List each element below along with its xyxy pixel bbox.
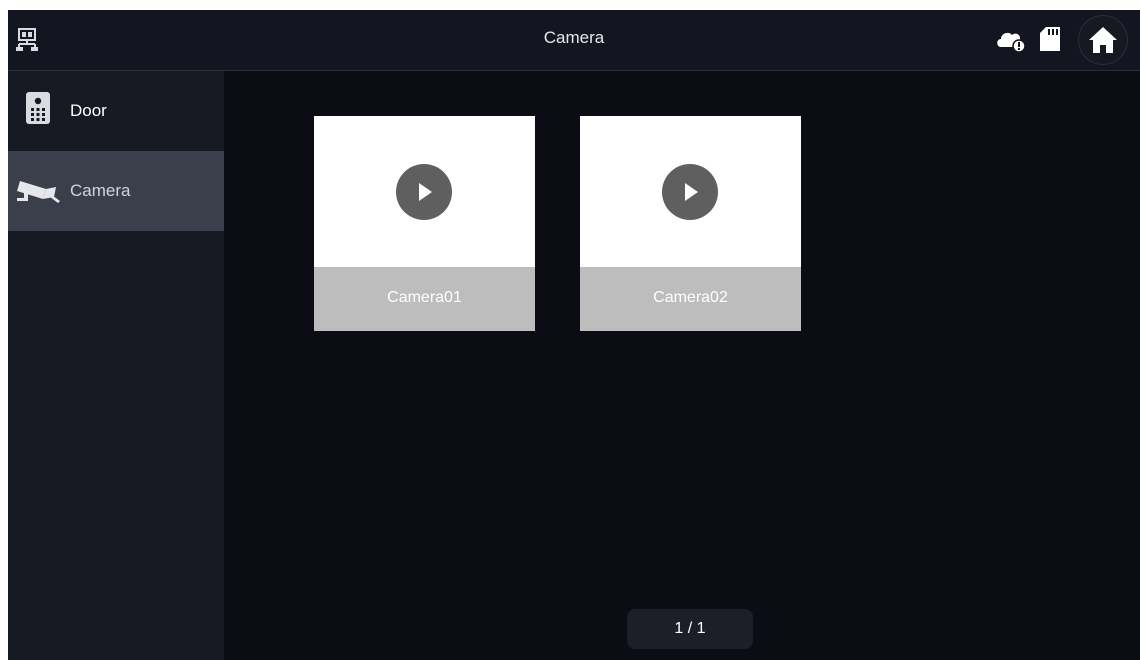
play-icon[interactable] — [662, 164, 718, 220]
top-bar: Camera — [8, 10, 1140, 71]
camera-label-bar: Camera01 — [314, 267, 535, 331]
camera-card[interactable]: Camera01 — [314, 116, 535, 331]
sd-card-icon — [1040, 27, 1060, 51]
cloud-alert-icon — [997, 32, 1026, 53]
sidebar-item-door[interactable]: Door — [8, 71, 224, 151]
camera-card[interactable]: Camera02 — [580, 116, 801, 331]
page-indicator: 1 / 1 — [627, 609, 753, 649]
home-icon — [1089, 27, 1117, 53]
cctv-camera-icon — [17, 181, 60, 203]
door-station-icon — [26, 92, 50, 124]
camera-preview[interactable] — [580, 116, 801, 267]
sidebar: Door Camera — [8, 71, 224, 660]
camera-screen: Camera Door Camera Camera01 Camera02 1 /… — [8, 10, 1140, 660]
sidebar-item-camera[interactable]: Camera — [8, 151, 224, 231]
camera-label-bar: Camera02 — [580, 267, 801, 331]
page-indicator-text: 1 / 1 — [674, 620, 706, 637]
camera-grid: Camera01 Camera02 1 / 1 — [224, 71, 1140, 660]
play-icon[interactable] — [396, 164, 452, 220]
sidebar-item-label: Camera — [70, 181, 131, 200]
camera-preview[interactable] — [314, 116, 535, 267]
home-button[interactable] — [1078, 15, 1128, 65]
camera-name: Camera02 — [653, 289, 728, 306]
sidebar-item-label: Door — [70, 101, 107, 120]
camera-name: Camera01 — [387, 289, 462, 306]
page-title: Camera — [543, 28, 605, 47]
